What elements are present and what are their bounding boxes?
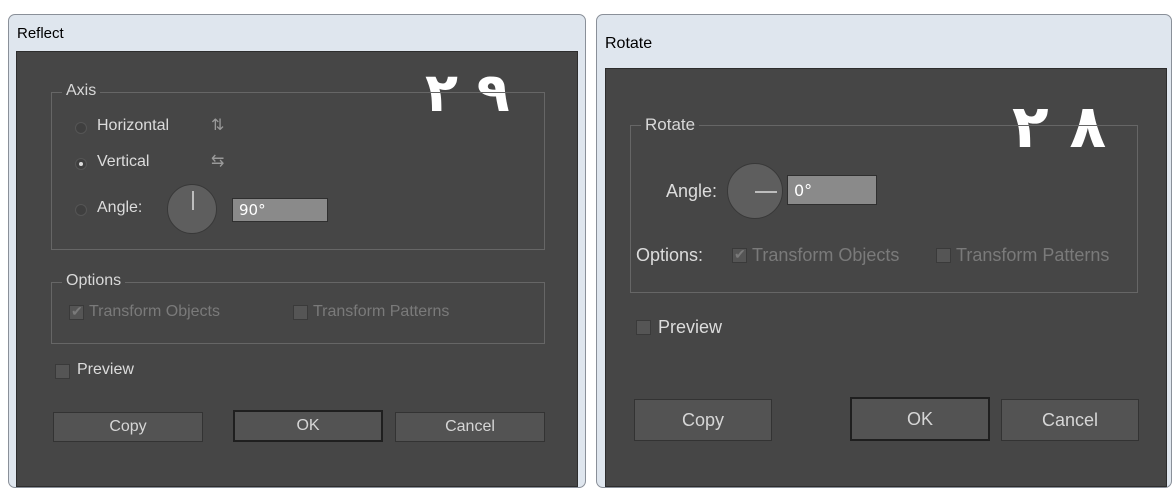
rotate-dialog-title: Rotate bbox=[605, 35, 653, 52]
reflect-transform-objects-checkbox bbox=[69, 303, 84, 320]
rotate-dialog-panel: ۲ ۸ Rotate Angle: 0° Options: Transform … bbox=[605, 68, 1167, 487]
rotate-transform-objects-label: Transform Objects bbox=[752, 245, 900, 265]
reflect-ok-button[interactable]: OK bbox=[233, 410, 383, 442]
rotate-angle-dial[interactable] bbox=[727, 163, 783, 219]
rotate-transform-patterns-label: Transform Patterns bbox=[956, 245, 1110, 265]
reflect-dialog-title: Reflect bbox=[17, 25, 64, 42]
angle-radio[interactable] bbox=[75, 204, 87, 216]
vertical-label[interactable]: Vertical bbox=[97, 152, 149, 172]
reflect-preview-checkbox[interactable] bbox=[55, 364, 70, 379]
rotate-cancel-button[interactable]: Cancel bbox=[1001, 399, 1139, 441]
reflect-options-legend: Options bbox=[62, 272, 126, 290]
reflect-preview-label[interactable]: Preview bbox=[77, 360, 134, 380]
reflect-angle-dial[interactable] bbox=[167, 184, 217, 234]
reflect-dialog-window: Reflect ۲ ۹ Axis Horizontal ⇅ Vertical ⇆… bbox=[8, 14, 586, 488]
rotate-ok-button[interactable]: OK bbox=[850, 397, 990, 441]
vertical-radio[interactable] bbox=[75, 158, 87, 170]
rotate-group: Rotate bbox=[630, 116, 1138, 293]
horizontal-radio[interactable] bbox=[75, 122, 87, 134]
rotate-angle-input[interactable]: 0° bbox=[787, 175, 877, 205]
horizontal-label[interactable]: Horizontal bbox=[97, 116, 169, 136]
reflect-cancel-button[interactable]: Cancel bbox=[395, 412, 545, 442]
rotate-options-label: Options: bbox=[636, 245, 704, 265]
reflect-angle-input[interactable]: 90° bbox=[232, 198, 328, 222]
reflect-dial-needle bbox=[192, 191, 194, 210]
rotate-transform-objects-checkbox bbox=[732, 246, 747, 263]
axis-group-legend: Axis bbox=[62, 82, 101, 100]
rotate-dialog-window: Rotate ۲ ۸ Rotate Angle: 0° Options: Tra… bbox=[596, 14, 1172, 488]
reflect-horizontal-icon: ⇅ bbox=[211, 117, 225, 134]
reflect-transform-patterns-checkbox bbox=[293, 305, 308, 320]
rotate-transform-patterns-checkbox bbox=[936, 248, 951, 263]
reflect-copy-button[interactable]: Copy bbox=[53, 412, 203, 442]
angle-label[interactable]: Angle: bbox=[97, 198, 142, 218]
reflect-transform-patterns-label: Transform Patterns bbox=[313, 303, 450, 320]
reflect-vertical-icon: ⇆ bbox=[211, 153, 225, 170]
rotate-copy-button[interactable]: Copy bbox=[634, 399, 772, 441]
rotate-angle-label: Angle: bbox=[666, 181, 718, 201]
reflect-dialog-panel: ۲ ۹ Axis Horizontal ⇅ Vertical ⇆ Angle: … bbox=[16, 51, 578, 487]
rotate-preview-checkbox[interactable] bbox=[636, 320, 651, 335]
reflect-transform-objects-label: Transform Objects bbox=[89, 303, 220, 320]
rotate-group-legend: Rotate bbox=[641, 116, 700, 134]
rotate-dial-needle bbox=[755, 191, 777, 193]
rotate-preview-label[interactable]: Preview bbox=[658, 317, 722, 337]
